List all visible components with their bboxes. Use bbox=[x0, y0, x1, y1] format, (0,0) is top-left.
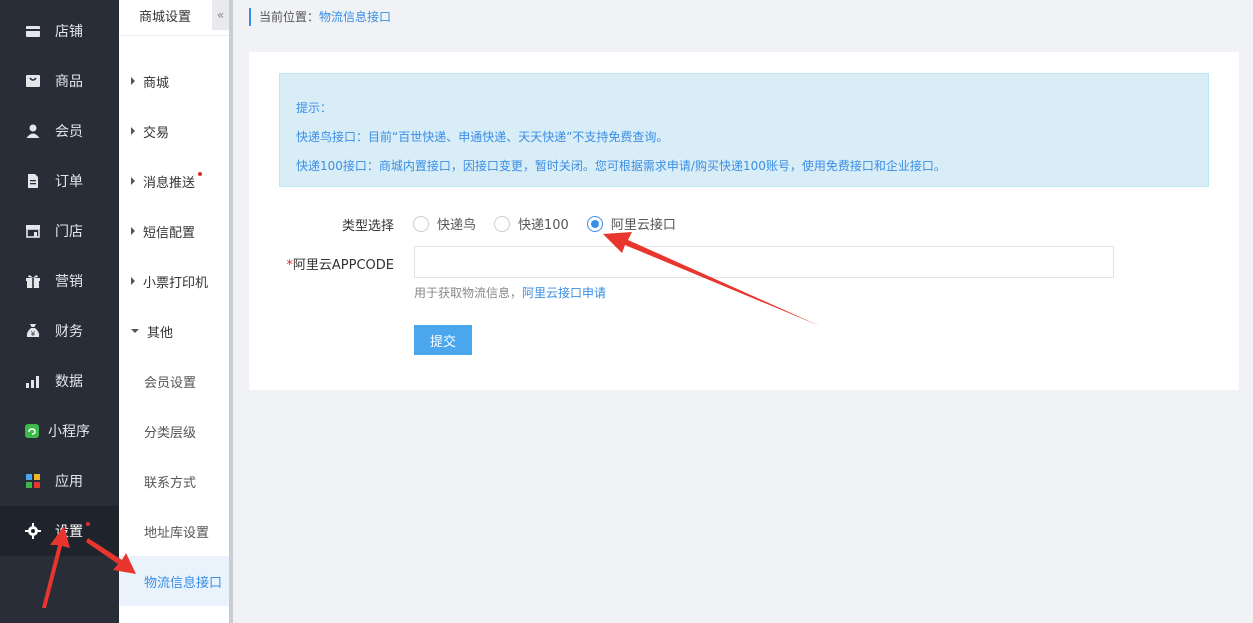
gift-icon bbox=[25, 273, 41, 289]
nav-item-apps[interactable]: 应用 bbox=[0, 456, 119, 506]
nav-item-products[interactable]: 商品 bbox=[0, 56, 119, 106]
nav-item-label: 订单 bbox=[55, 174, 83, 190]
appcode-help: 用于获取物流信息，阿里云接口申请 bbox=[414, 284, 606, 301]
submenu: 商城设置 商城 交易 消息推送 短信配置 小票打印机 其他 会员设置 分类层级 … bbox=[119, 0, 229, 623]
caret-right-icon bbox=[131, 127, 135, 135]
type-radio-group: 快递鸟 快递100 阿里云接口 bbox=[413, 214, 694, 233]
nav-item-label: 设置 bbox=[55, 524, 83, 540]
type-select-label: 类型选择 bbox=[341, 219, 394, 234]
gear-icon bbox=[25, 523, 41, 539]
submenu-label: 会员设置 bbox=[144, 375, 197, 391]
help-text: 用于获取物流信息， bbox=[414, 286, 523, 300]
aliyun-apply-link[interactable]: 阿里云接口申请 bbox=[522, 286, 606, 300]
submenu-group-trade[interactable]: 交易 bbox=[119, 106, 229, 156]
nav-item-label: 店铺 bbox=[55, 24, 83, 40]
apps-icon bbox=[25, 473, 41, 489]
submenu-item-logistics-api[interactable]: 物流信息接口 bbox=[119, 556, 229, 606]
submenu-label: 地址库设置 bbox=[144, 525, 210, 541]
radio-label: 快递100 bbox=[518, 218, 569, 233]
caret-down-icon bbox=[131, 329, 139, 333]
radio-aliyun[interactable]: 阿里云接口 bbox=[586, 214, 676, 233]
tip-title: 提示： bbox=[296, 101, 333, 115]
main-nav: 店铺 商品 会员 订单 门店 营销 ¥ 财务 数据 小程序 应用 设置 bbox=[0, 0, 119, 623]
nav-item-label: 数据 bbox=[55, 374, 83, 390]
radio-label: 阿里云接口 bbox=[610, 218, 676, 233]
radio-label: 快递鸟 bbox=[437, 218, 477, 233]
appcode-label: *阿里云APPCODE bbox=[286, 254, 394, 273]
nav-item-label: 商品 bbox=[55, 74, 83, 90]
breadcrumb-prefix: 当前位置： bbox=[259, 10, 320, 24]
submenu-group-push[interactable]: 消息推送 bbox=[119, 156, 229, 206]
radio-circle[interactable] bbox=[586, 215, 603, 232]
nav-item-label: 营销 bbox=[55, 274, 83, 290]
submenu-label: 小票打印机 bbox=[143, 275, 209, 291]
submenu-label: 其他 bbox=[147, 325, 174, 341]
nav-item-label: 应用 bbox=[55, 474, 83, 490]
nav-item-settings[interactable]: 设置 bbox=[0, 506, 119, 556]
breadcrumb-current[interactable]: 物流信息接口 bbox=[319, 10, 391, 24]
submenu-label: 分类层级 bbox=[144, 425, 197, 441]
submenu-item-category-levels[interactable]: 分类层级 bbox=[119, 406, 229, 456]
caret-right-icon bbox=[131, 77, 135, 85]
notification-dot bbox=[86, 522, 90, 526]
appcode-input[interactable] bbox=[414, 246, 1114, 278]
nav-item-label: 会员 bbox=[55, 124, 83, 140]
nav-item-label: 财务 bbox=[55, 324, 83, 340]
nav-item-store[interactable]: 店铺 bbox=[0, 6, 119, 56]
submenu-label: 交易 bbox=[143, 125, 170, 141]
submenu-item-contact[interactable]: 联系方式 bbox=[119, 456, 229, 506]
nav-item-data[interactable]: 数据 bbox=[0, 356, 119, 406]
tip-box: 提示： 快递鸟接口：目前“百世快递、申通快递、天天快递”不支持免费查询。 快递1… bbox=[279, 73, 1209, 187]
submenu-item-member-settings[interactable]: 会员设置 bbox=[119, 356, 229, 406]
radio-circle[interactable] bbox=[494, 215, 511, 232]
submenu-label: 消息推送 bbox=[143, 175, 196, 191]
document-icon bbox=[25, 173, 41, 189]
nav-item-label: 小程序 bbox=[48, 424, 90, 440]
caret-right-icon bbox=[131, 177, 135, 185]
caret-right-icon bbox=[131, 227, 135, 235]
submenu-label: 物流信息接口 bbox=[144, 575, 223, 591]
shop-icon bbox=[25, 223, 41, 239]
nav-item-mini-program[interactable]: 小程序 bbox=[0, 406, 119, 456]
svg-text:¥: ¥ bbox=[31, 330, 36, 338]
main-panel: 提示： 快递鸟接口：目前“百世快递、申通快递、天天快递”不支持免费查询。 快递1… bbox=[249, 52, 1239, 390]
user-icon bbox=[25, 123, 41, 139]
submenu-group-mall[interactable]: 商城 bbox=[119, 56, 229, 106]
tip-line: 快递100接口：商城内置接口，因接口变更，暂时关闭。您可根据需求申请/购买快递1… bbox=[296, 159, 946, 173]
radio-kuaidi100[interactable]: 快递100 bbox=[494, 214, 569, 233]
appcode-label-text: 阿里云APPCODE bbox=[292, 258, 394, 273]
tip-line: 快递鸟接口：目前“百世快递、申通快递、天天快递”不支持免费查询。 bbox=[296, 130, 669, 144]
submenu-group-other[interactable]: 其他 bbox=[119, 306, 229, 356]
bar-chart-icon bbox=[25, 373, 41, 389]
nav-item-marketing[interactable]: 营销 bbox=[0, 256, 119, 306]
nav-item-finance[interactable]: ¥ 财务 bbox=[0, 306, 119, 356]
submenu-group-printer[interactable]: 小票打印机 bbox=[119, 256, 229, 306]
sidebar-divider bbox=[229, 0, 233, 623]
notification-dot bbox=[198, 172, 203, 176]
submenu-label: 商城 bbox=[143, 75, 170, 91]
bag-icon bbox=[25, 73, 41, 89]
caret-right-icon bbox=[131, 277, 135, 285]
store-icon bbox=[25, 23, 41, 39]
mini-program-icon bbox=[24, 423, 40, 439]
breadcrumb: 当前位置：物流信息接口 bbox=[249, 8, 391, 26]
nav-item-orders[interactable]: 订单 bbox=[0, 156, 119, 206]
submenu-label: 联系方式 bbox=[144, 475, 197, 491]
nav-item-label: 门店 bbox=[55, 224, 83, 240]
submit-button[interactable]: 提交 bbox=[414, 325, 472, 355]
money-bag-icon: ¥ bbox=[25, 323, 41, 339]
radio-circle[interactable] bbox=[413, 215, 429, 232]
submenu-item-address-library[interactable]: 地址库设置 bbox=[119, 506, 229, 556]
submenu-group-sms[interactable]: 短信配置 bbox=[119, 206, 229, 256]
nav-item-members[interactable]: 会员 bbox=[0, 106, 119, 156]
submenu-label: 短信配置 bbox=[143, 225, 196, 241]
collapse-sidebar-button[interactable]: « bbox=[212, 0, 229, 30]
radio-kdniao[interactable]: 快递鸟 bbox=[413, 214, 476, 233]
nav-item-stores[interactable]: 门店 bbox=[0, 206, 119, 256]
